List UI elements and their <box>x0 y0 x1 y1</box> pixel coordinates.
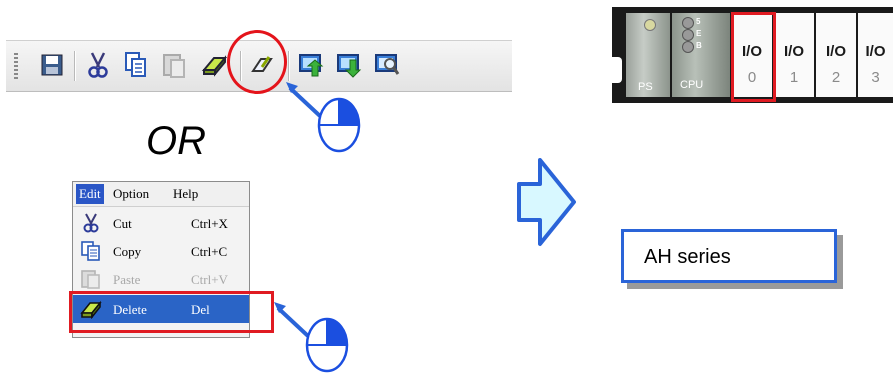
series-label: AH series <box>644 246 731 268</box>
paste-icon <box>81 270 100 289</box>
or-label: OR <box>146 119 206 163</box>
io-slot-label: I/O <box>825 43 846 60</box>
copy-button[interactable] <box>120 49 152 81</box>
ps-label: PS <box>638 81 653 93</box>
io-slot-2[interactable]: I/O 2 <box>816 13 858 97</box>
io-slot-1[interactable]: I/O 1 <box>774 13 816 97</box>
selected-slot-highlight <box>731 12 776 102</box>
download-icon <box>337 54 362 78</box>
menu-item-cut[interactable]: Cut Ctrl+X <box>73 209 249 237</box>
menu-option[interactable]: Option <box>113 186 149 202</box>
cut-button[interactable] <box>82 49 114 81</box>
io-slot-label: I/O <box>783 43 804 60</box>
cpu-label: CPU <box>680 79 704 91</box>
cpu-led-label: B <box>696 41 702 50</box>
download-button[interactable] <box>333 49 365 81</box>
menu-help[interactable]: Help <box>173 186 198 202</box>
ps-module[interactable]: PS <box>626 13 672 97</box>
cpu-module[interactable]: 5 E B CPU <box>672 13 732 97</box>
menu-item-shortcut: Ctrl+C <box>191 244 228 259</box>
copy-icon <box>81 241 100 261</box>
menu-edit[interactable]: Edit <box>76 184 104 204</box>
paste-button[interactable] <box>158 49 190 81</box>
upload-button[interactable] <box>295 49 327 81</box>
io-slot-label: I/O <box>865 43 886 60</box>
cut-icon <box>83 213 99 233</box>
menu-item-shortcut: Ctrl+X <box>191 216 228 231</box>
pointer-cursor-icon <box>286 82 361 153</box>
menu-item-label: Cut <box>113 216 132 231</box>
paste-icon <box>163 54 185 78</box>
delete-button[interactable] <box>198 49 230 81</box>
search-button[interactable] <box>371 49 403 81</box>
series-callout: AH series <box>621 229 837 283</box>
cut-icon <box>88 52 108 78</box>
cpu-led-label: 5 <box>696 17 701 26</box>
save-button[interactable] <box>36 49 68 81</box>
menu-bar: Edit Option Help <box>73 182 249 207</box>
right-arrow-icon <box>517 158 576 246</box>
io-slot-3[interactable]: I/O 3 <box>858 13 893 97</box>
menu-item-label: Copy <box>113 244 142 259</box>
delete-button-highlight <box>227 30 287 94</box>
menu-item-shortcut: Ctrl+V <box>191 272 228 287</box>
io-slot-number: 3 <box>871 69 880 86</box>
menu-item-label: Paste <box>113 272 141 287</box>
search-icon <box>375 54 400 75</box>
menu-item-copy[interactable]: Copy Ctrl+C <box>73 237 249 265</box>
delete-item-highlight <box>69 291 274 333</box>
copy-icon <box>125 52 146 77</box>
io-slot-number: 1 <box>789 69 799 86</box>
toolbar-grip[interactable] <box>14 53 18 79</box>
cpu-led-label: E <box>696 29 702 38</box>
upload-icon <box>299 54 324 77</box>
pointer-cursor-icon <box>274 302 349 373</box>
save-icon <box>41 54 63 76</box>
menu-item-paste[interactable]: Paste Ctrl+V <box>73 265 249 293</box>
io-slot-number: 2 <box>831 69 841 86</box>
delete-eraser-icon <box>201 55 228 77</box>
